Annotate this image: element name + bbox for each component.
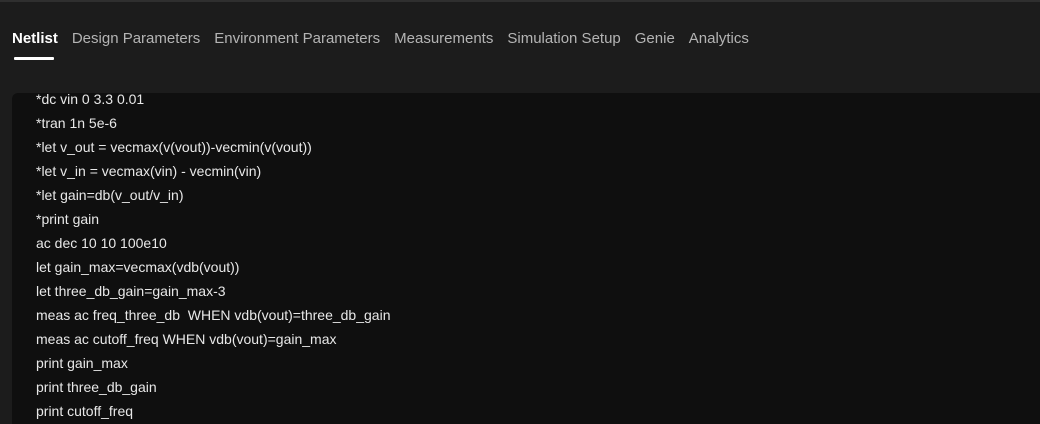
code-line[interactable]: print cutoff_freq [36,399,390,423]
netlist-editor-window: Netlist Design Parameters Environment Pa… [0,0,1040,424]
tab-netlist-label: Netlist [12,30,58,47]
tab-bar: Netlist Design Parameters Environment Pa… [12,30,763,64]
tab-analytics-label: Analytics [688,30,749,47]
code-line[interactable]: *print gain [36,207,390,231]
tab-netlist[interactable]: Netlist [12,30,58,60]
code-lines: *dc vin 0 3.3 0.01 *tran 1n 5e-6 *let v_… [36,93,390,423]
code-line[interactable]: *tran 1n 5e-6 [36,111,390,135]
code-line[interactable]: let gain_max=vecmax(vdb(vout)) [36,255,390,279]
tab-measurements[interactable]: Measurements [394,30,493,60]
code-line[interactable]: meas ac freq_three_db WHEN vdb(vout)=thr… [36,303,390,327]
tab-simulation-setup[interactable]: Simulation Setup [507,30,620,60]
code-line[interactable]: let three_db_gain=gain_max-3 [36,279,390,303]
code-line[interactable]: *let gain=db(v_out/v_in) [36,183,390,207]
tab-design-parameters-label: Design Parameters [71,30,201,47]
code-line[interactable]: *dc vin 0 3.3 0.01 [36,93,390,111]
code-line[interactable]: print three_db_gain [36,375,390,399]
tab-genie[interactable]: Genie [635,30,675,60]
tab-measurements-label: Measurements [394,30,494,47]
code-line[interactable]: meas ac cutoff_freq WHEN vdb(vout)=gain_… [36,327,390,351]
top-border [0,0,1040,2]
code-line[interactable]: *let v_in = vecmax(vin) - vecmin(vin) [36,159,390,183]
code-line[interactable]: ac dec 10 10 100e10 [36,231,390,255]
tab-simulation-setup-label: Simulation Setup [507,30,621,47]
code-line[interactable]: *let v_out = vecmax(v(vout))-vecmin(v(vo… [36,135,390,159]
tab-analytics[interactable]: Analytics [689,30,749,60]
tab-genie-label: Genie [634,30,675,47]
netlist-code-editor[interactable]: *dc vin 0 3.3 0.01 *tran 1n 5e-6 *let v_… [12,93,1040,424]
tab-environment-parameters-label: Environment Parameters [214,30,381,47]
tab-design-parameters[interactable]: Design Parameters [72,30,200,60]
code-line[interactable]: print gain_max [36,351,390,375]
active-tab-indicator [14,57,54,60]
tab-environment-parameters[interactable]: Environment Parameters [214,30,380,60]
